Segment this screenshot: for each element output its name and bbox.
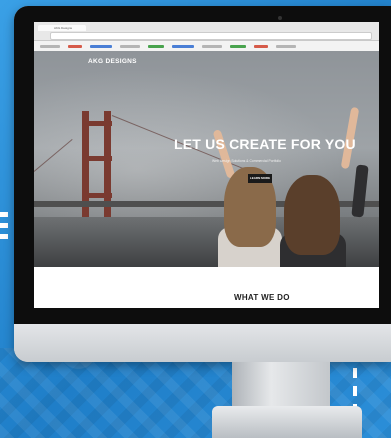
monitor-stand-neck (232, 362, 330, 410)
browser-tab-title: AKG Designs (54, 26, 73, 30)
bookmark-item[interactable] (68, 44, 82, 48)
hero-subline: Web Design Solutions & Commercial Portfo… (212, 159, 281, 163)
two-women-photo (212, 106, 369, 267)
monitor-screen: AKG Designs AKG DESIGNS LET US CREATE FO… (34, 22, 379, 308)
bookmark-item[interactable] (254, 44, 268, 48)
hero-headline: LET US CREATE FOR YOU (174, 136, 356, 152)
left-dash-marks (0, 212, 8, 252)
site-logo[interactable]: AKG DESIGNS (88, 58, 137, 65)
address-bar[interactable] (50, 32, 372, 40)
learn-more-button[interactable]: LEARN MORE (248, 174, 272, 183)
bookmark-item[interactable] (276, 44, 296, 48)
browser-tab-strip: AKG Designs (34, 22, 379, 41)
monitor-chin (14, 324, 391, 362)
section-title: WHAT WE DO (234, 293, 290, 302)
bookmark-item[interactable] (120, 44, 140, 48)
bookmark-item[interactable] (40, 44, 60, 48)
hero-image (34, 51, 379, 267)
monitor-stand-base (212, 406, 362, 438)
bookmark-item[interactable] (172, 44, 194, 48)
bookmark-item[interactable] (230, 44, 246, 48)
webcam-dot (278, 16, 282, 20)
content-section: WHAT WE DO (34, 267, 379, 308)
bookmark-item[interactable] (90, 44, 112, 48)
bookmark-item[interactable] (202, 44, 222, 48)
bookmark-item[interactable] (148, 44, 164, 48)
